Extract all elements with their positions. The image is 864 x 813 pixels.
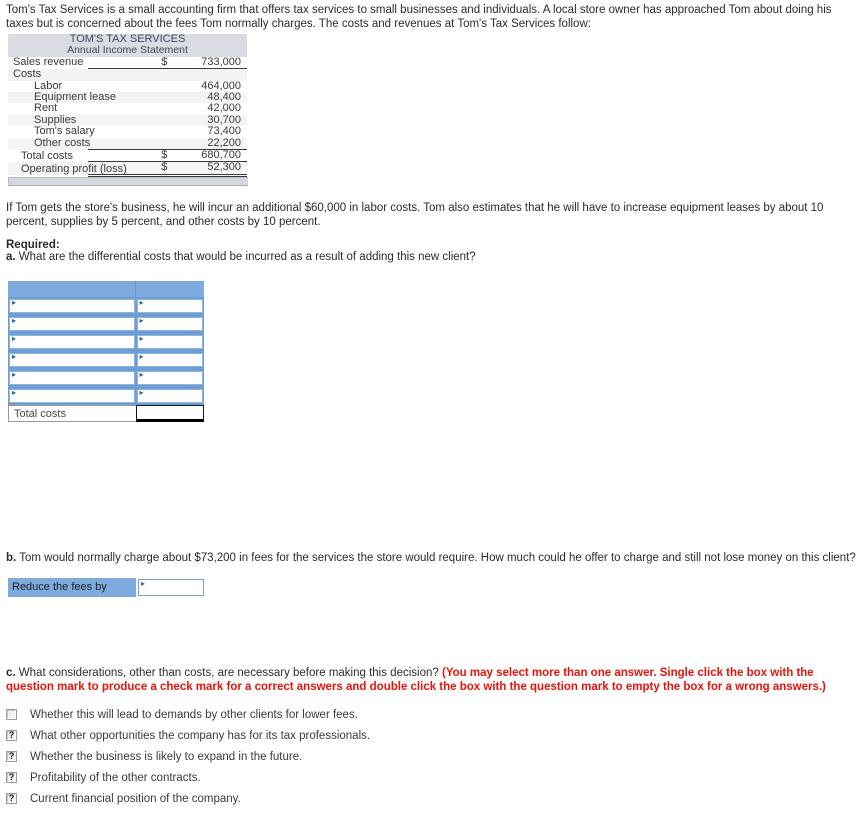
answer-total-value: [135, 405, 204, 422]
answer-value-cell[interactable]: [135, 369, 204, 387]
caret-right-icon: [12, 354, 16, 359]
caret-right-icon: [140, 390, 144, 395]
question-a-prefix: a.: [6, 251, 16, 263]
answer-label-cell[interactable]: [8, 297, 136, 315]
answer-total-row: Total costs: [8, 405, 204, 422]
caret-right-icon: [12, 318, 16, 323]
row-currency: [87, 137, 168, 151]
answer-table-header-row: [8, 281, 204, 297]
option-label: What other opportunities the company has…: [30, 729, 371, 742]
question-b: b. Tom would normally charge about $73,2…: [6, 551, 858, 565]
checkbox-question-icon[interactable]: [6, 772, 17, 783]
row-currency: [88, 69, 168, 81]
considerations-option-list: Whether this will lead to demands by oth…: [6, 704, 606, 809]
table-row-profit: Operating profit (loss) $ 52,300: [8, 162, 247, 177]
answer-input-row: [8, 387, 204, 405]
answer-value-cell[interactable]: [135, 315, 204, 333]
answer-value-cell[interactable]: [135, 351, 204, 369]
answer-value-cell[interactable]: [135, 333, 204, 351]
reduce-fees-answer-row: Reduce the fees by: [8, 578, 204, 597]
caret-right-icon: [140, 300, 144, 305]
reduce-fees-label: Reduce the fees by: [8, 578, 136, 597]
table-row: Costs: [8, 69, 247, 81]
answer-label-cell[interactable]: [8, 369, 136, 387]
question-b-text: Tom would normally charge about $73,200 …: [19, 552, 856, 564]
option-label: Profitability of the other contracts.: [30, 771, 201, 784]
checkbox-question-icon[interactable]: [6, 730, 17, 741]
checkbox-blank-icon[interactable]: [6, 709, 17, 720]
row-currency: $: [87, 149, 168, 163]
row-value: 52,300: [167, 162, 247, 177]
answer-total-label: Total costs: [8, 405, 136, 422]
answer-label-cell[interactable]: [8, 315, 136, 333]
question-c-text: What considerations, other than costs, a…: [18, 667, 439, 679]
list-item[interactable]: Profitability of the other contracts.: [6, 767, 606, 788]
table-row: Sales revenue $ 733,000: [8, 56, 247, 70]
row-label: Total costs: [21, 149, 73, 162]
answer-header-col1: [8, 281, 136, 297]
caret-right-icon: [141, 581, 145, 586]
list-item[interactable]: Current financial position of the compan…: [6, 788, 606, 809]
row-value: [167, 69, 247, 81]
answer-input-row: [8, 297, 204, 315]
row-currency: $: [87, 56, 168, 70]
caret-right-icon: [140, 354, 144, 359]
caret-right-icon: [140, 318, 144, 323]
option-label: Whether the business is likely to expand…: [30, 750, 303, 763]
answer-input-row: [8, 369, 204, 387]
intro-paragraph: Tom's Tax Services is a small accounting…: [6, 4, 832, 30]
answer-total-value-cell[interactable]: [135, 405, 204, 422]
list-item[interactable]: What other opportunities the company has…: [6, 725, 606, 746]
row-currency: [88, 103, 168, 114]
caret-right-icon: [12, 390, 16, 395]
row-value: 73,400: [207, 125, 241, 138]
answer-value-cell[interactable]: [135, 387, 204, 405]
row-label: Sales revenue: [13, 56, 84, 69]
row-currency: [88, 115, 168, 126]
table-row: Other costs 22,200: [8, 137, 247, 151]
question-a-text: What are the differential costs that wou…: [18, 251, 476, 263]
caret-right-icon: [140, 336, 144, 341]
income-statement-footer-bar: [8, 177, 248, 186]
answer-table-a: Total costs: [8, 281, 204, 422]
answer-label-cell[interactable]: [8, 351, 136, 369]
row-value: 733,000: [167, 56, 247, 70]
answer-input-row: [8, 333, 204, 351]
option-label: Whether this will lead to demands by oth…: [30, 708, 358, 721]
list-item[interactable]: Whether this will lead to demands by oth…: [6, 704, 606, 725]
answer-input-row: [8, 351, 204, 369]
row-label: Tom's salary: [34, 125, 95, 138]
assumptions-paragraph: If Tom gets the store's business, he wil…: [6, 202, 824, 228]
row-currency: [88, 126, 168, 137]
question-a: a. What are the differential costs that …: [6, 250, 476, 264]
answer-input-row: [8, 315, 204, 333]
answer-label-cell[interactable]: [8, 387, 136, 405]
caret-right-icon: [12, 372, 16, 377]
option-label: Current financial position of the compan…: [30, 792, 241, 805]
answer-total-label-cell: Total costs: [8, 405, 136, 422]
answer-header-col2: [135, 281, 204, 297]
question-c: c. What considerations, other than costs…: [6, 666, 858, 694]
question-b-prefix: b.: [6, 552, 17, 564]
row-value: 680,700: [167, 149, 247, 163]
row-label: Costs: [13, 68, 42, 81]
answer-label-cell[interactable]: [8, 333, 136, 351]
reduce-fees-input[interactable]: [138, 579, 204, 596]
row-label: Operating profit (loss): [21, 162, 127, 175]
checkbox-question-icon[interactable]: [6, 793, 17, 804]
list-item[interactable]: Whether the business is likely to expand…: [6, 746, 606, 767]
caret-right-icon: [12, 336, 16, 341]
checkbox-question-icon[interactable]: [6, 751, 17, 762]
caret-right-icon: [140, 372, 144, 377]
row-label: Other costs: [34, 137, 91, 150]
question-c-prefix: c.: [6, 667, 16, 679]
income-statement-table: TOM'S TAX SERVICES Annual Income Stateme…: [8, 33, 247, 177]
caret-right-icon: [12, 300, 16, 305]
row-value: 22,200: [167, 137, 247, 151]
table-row-total: Total costs $ 680,700: [8, 149, 247, 163]
table-row: Tom's salary 73,400: [8, 125, 247, 138]
answer-value-cell[interactable]: [135, 297, 204, 315]
